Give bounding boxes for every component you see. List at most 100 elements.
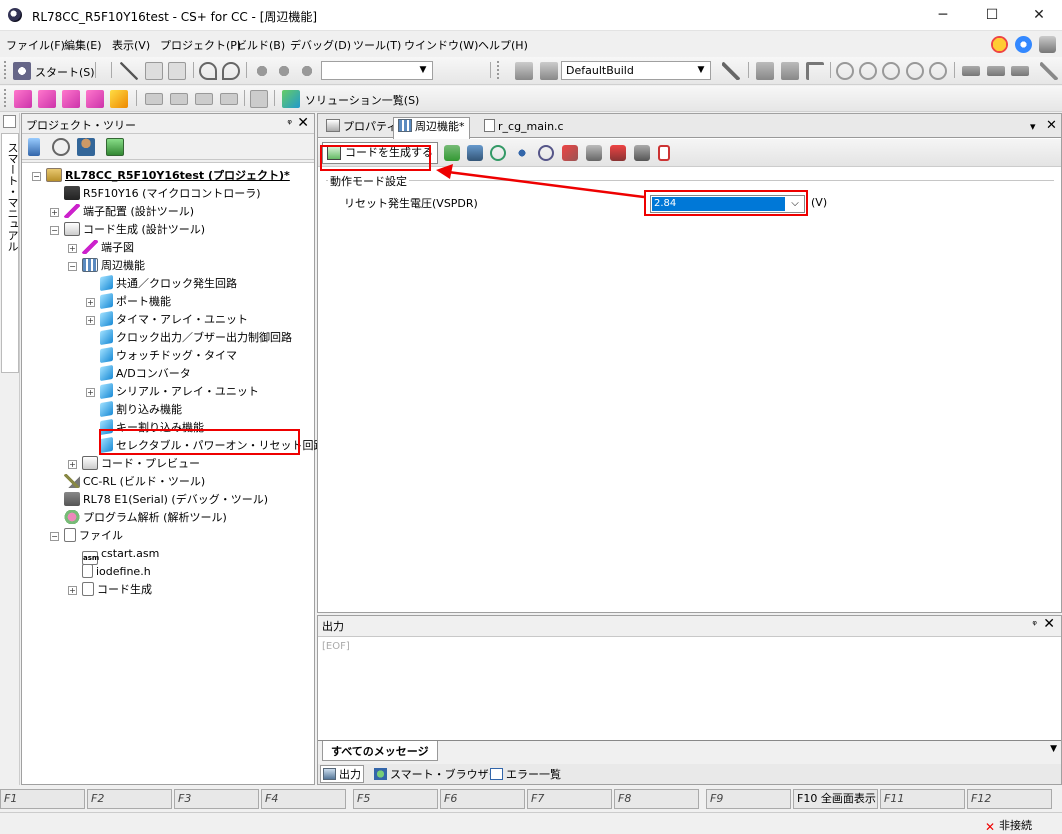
tree-node-watchdog-timer[interactable]: ウォッチドッグ・タイマ: [100, 346, 237, 365]
tree-node-code-preview[interactable]: + コード・プレビュー: [68, 455, 200, 473]
window-icon-3[interactable]: [195, 93, 213, 105]
output-text[interactable]: [EOF]: [318, 636, 1061, 741]
build-settings-icon[interactable]: [515, 62, 533, 80]
tree-node-code-gen-folder[interactable]: + コード生成: [68, 581, 152, 599]
cut-icon[interactable]: [120, 62, 138, 80]
port-icon[interactable]: [467, 145, 483, 161]
window-icon-2[interactable]: [170, 93, 188, 105]
find-in-files-icon[interactable]: [275, 62, 293, 80]
bookmark-icon[interactable]: [14, 90, 32, 108]
function-key-12[interactable]: F12: [967, 789, 1052, 809]
menu-build[interactable]: ビルド(B): [236, 37, 285, 53]
menu-help[interactable]: ヘルプ(H): [478, 37, 528, 53]
tree-node-peripheral-functions[interactable]: − 周辺機能: [68, 257, 145, 275]
window-layout-icon[interactable]: [250, 90, 268, 108]
window-icon-4[interactable]: [220, 93, 238, 105]
tab-menu-icon[interactable]: ▾: [1030, 120, 1036, 133]
collapse-icon[interactable]: −: [32, 172, 41, 181]
expand-icon[interactable]: +: [86, 316, 95, 325]
tab-r-cg-main-c[interactable]: r_cg_main.c: [480, 118, 568, 138]
close-icon[interactable]: ✕: [1046, 118, 1057, 133]
step-in-icon[interactable]: [962, 66, 980, 76]
function-key-2[interactable]: F2: [87, 789, 172, 809]
key-interrupt-icon[interactable]: [634, 145, 650, 161]
reset-icon[interactable]: [806, 62, 824, 80]
tree-node-clock-output-buzzer[interactable]: クロック出力／ブザー出力制御回路: [100, 328, 292, 347]
tree-node-pin-view[interactable]: + 端子図: [68, 239, 134, 257]
tab-output[interactable]: 出力: [320, 765, 364, 783]
expand-icon[interactable]: +: [50, 208, 59, 217]
clock-icon[interactable]: [52, 138, 70, 156]
buzzer-icon[interactable]: [514, 145, 530, 161]
download-build-icon[interactable]: [781, 62, 799, 80]
step-back-icon[interactable]: [906, 62, 924, 80]
tree-node-code-generator[interactable]: − コード生成 (設計ツール): [50, 221, 205, 239]
expand-icon[interactable]: +: [68, 244, 77, 253]
function-key-5[interactable]: F5: [353, 789, 438, 809]
help-icon[interactable]: [1015, 36, 1032, 53]
start-button[interactable]: スタート(S): [35, 64, 95, 80]
disconnect-icon[interactable]: [1040, 62, 1058, 80]
function-key-11[interactable]: F11: [880, 789, 965, 809]
prev-bookmark-icon[interactable]: [62, 90, 80, 108]
run-icon[interactable]: [859, 62, 877, 80]
paste-icon[interactable]: [168, 62, 186, 80]
pin-icon[interactable]: ᵠ: [1032, 618, 1037, 631]
tree-node-pin-assignment[interactable]: + 端子配置 (設計ツール): [50, 203, 194, 221]
close-icon[interactable]: ✕: [297, 115, 309, 131]
menu-view[interactable]: 表示(V): [112, 37, 150, 53]
close-icon[interactable]: ✕: [1043, 616, 1055, 632]
solution-list-button[interactable]: ソリューション一覧(S): [305, 92, 419, 108]
build-mode-icon[interactable]: [540, 62, 558, 80]
menu-debug[interactable]: デバッグ(D): [290, 37, 351, 53]
undo-icon[interactable]: [199, 62, 217, 80]
redo-icon[interactable]: [222, 62, 240, 80]
build-config-combo[interactable]: DefaultBuild ▼: [561, 61, 711, 80]
tab-error-list[interactable]: エラー一覧: [490, 766, 561, 782]
chevron-down-icon[interactable]: ▼: [694, 63, 708, 78]
collapse-icon[interactable]: −: [68, 262, 77, 271]
minimize-button[interactable]: ─: [920, 0, 966, 31]
replace-icon[interactable]: [298, 62, 316, 80]
search-combo[interactable]: ▼: [321, 61, 433, 80]
toolbar-grip[interactable]: [4, 61, 8, 79]
step-over-icon[interactable]: [987, 66, 1005, 76]
download-icon[interactable]: [756, 62, 774, 80]
tab-peripheral-functions[interactable]: 周辺機能*: [393, 117, 470, 139]
function-key-6[interactable]: F6: [440, 789, 525, 809]
expand-icon[interactable]: +: [86, 388, 95, 397]
tree-node-cstart-asm[interactable]: asm cstart.asm: [82, 545, 159, 565]
jump-icon[interactable]: [110, 90, 128, 108]
collapse-icon[interactable]: −: [50, 226, 59, 235]
restart-icon[interactable]: [929, 62, 947, 80]
interrupt-icon[interactable]: [610, 145, 626, 161]
run-from-reset-icon[interactable]: [882, 62, 900, 80]
feedback-icon[interactable]: [991, 36, 1008, 53]
watchdog-icon[interactable]: [538, 145, 554, 161]
tree-node-timer-array-unit[interactable]: + タイマ・アレイ・ユニット: [86, 310, 248, 329]
expand-icon[interactable]: +: [68, 460, 77, 469]
tree-node-iodefine-h[interactable]: iodefine.h: [82, 563, 151, 581]
next-bookmark-icon[interactable]: [38, 90, 56, 108]
clear-bookmark-icon[interactable]: [86, 90, 104, 108]
function-key-8[interactable]: F8: [614, 789, 699, 809]
function-key-4[interactable]: F4: [261, 789, 346, 809]
lock-icon[interactable]: [1039, 36, 1056, 53]
step-out-icon[interactable]: [1011, 66, 1029, 76]
timer-icon[interactable]: [490, 145, 506, 161]
sort-icon[interactable]: [28, 138, 40, 156]
tree-node-project[interactable]: − RL78CC_R5F10Y16test (プロジェクト)*: [32, 167, 290, 185]
menu-tools[interactable]: ツール(T): [353, 37, 401, 53]
chevron-down-icon[interactable]: ▼: [1050, 744, 1057, 754]
copy-icon[interactable]: [145, 62, 163, 80]
build-icon[interactable]: [722, 62, 740, 80]
tree-node-interrupt[interactable]: 割り込み機能: [100, 400, 182, 419]
window-icon-1[interactable]: [145, 93, 163, 105]
maximize-button[interactable]: ☐: [969, 0, 1015, 31]
menu-file[interactable]: ファイル(F): [6, 37, 65, 53]
pin-icon[interactable]: ᵠ: [287, 117, 292, 130]
collapse-icon[interactable]: −: [50, 532, 59, 541]
function-key-1[interactable]: F1: [0, 789, 85, 809]
chevron-down-icon[interactable]: ▼: [416, 63, 430, 78]
expand-icon[interactable]: +: [68, 586, 77, 595]
